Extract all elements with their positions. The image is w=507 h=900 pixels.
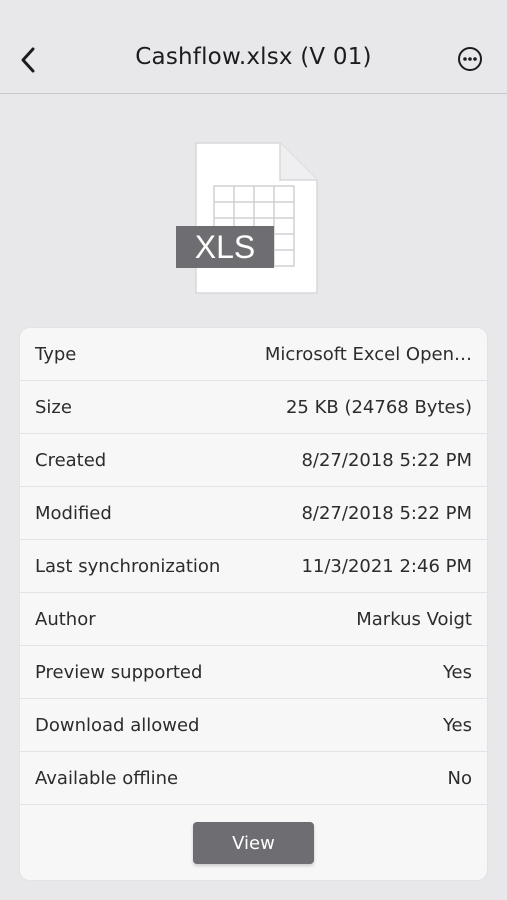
detail-value: Markus Voigt: [356, 608, 472, 630]
detail-row-author: Author Markus Voigt: [20, 593, 487, 646]
detail-value: Yes: [442, 661, 472, 683]
detail-row-last-sync: Last synchronization 11/3/2021 2:46 PM: [20, 540, 487, 593]
detail-value: 8/27/2018 5:22 PM: [301, 502, 472, 524]
detail-row-created: Created 8/27/2018 5:22 PM: [20, 434, 487, 487]
detail-label: Modified: [35, 502, 112, 524]
xls-badge-label: XLS: [195, 229, 255, 265]
detail-row-available-offline: Available offline No: [20, 752, 487, 805]
detail-label: Preview supported: [35, 661, 203, 683]
file-details-card: Type Microsoft Excel Open… Size 25 KB (2…: [20, 328, 487, 880]
detail-label: Download allowed: [35, 714, 200, 736]
more-options-button[interactable]: [457, 46, 483, 72]
view-button[interactable]: View: [193, 822, 314, 864]
detail-row-download-allowed: Download allowed Yes: [20, 699, 487, 752]
page-title: Cashflow.xlsx (V 01): [135, 44, 372, 70]
back-button[interactable]: [12, 42, 44, 78]
detail-value: Microsoft Excel Open…: [264, 343, 472, 365]
detail-label: Created: [35, 449, 107, 471]
chevron-left-icon: [21, 47, 35, 73]
detail-row-type: Type Microsoft Excel Open…: [20, 328, 487, 381]
detail-label: Last synchronization: [35, 555, 221, 577]
detail-label: Size: [35, 396, 72, 418]
detail-value: 25 KB (24768 Bytes): [285, 396, 472, 418]
detail-value: 8/27/2018 5:22 PM: [301, 449, 472, 471]
file-details-screen: Cashflow.xlsx (V 01) XLS Type Microsoft …: [0, 0, 507, 900]
detail-value: Yes: [442, 714, 472, 736]
detail-value: 11/3/2021 2:46 PM: [301, 555, 472, 577]
detail-row-size: Size 25 KB (24768 Bytes): [20, 381, 487, 434]
detail-label: Type: [35, 343, 77, 365]
detail-row-preview-supported: Preview supported Yes: [20, 646, 487, 699]
detail-value: No: [447, 767, 472, 789]
ellipsis-circle-icon: [458, 47, 482, 71]
header-bar: Cashflow.xlsx (V 01): [0, 0, 507, 94]
xls-file-icon: XLS: [174, 140, 320, 296]
detail-label: Author: [35, 608, 96, 630]
detail-label: Available offline: [35, 767, 179, 789]
detail-row-modified: Modified 8/27/2018 5:22 PM: [20, 487, 487, 540]
